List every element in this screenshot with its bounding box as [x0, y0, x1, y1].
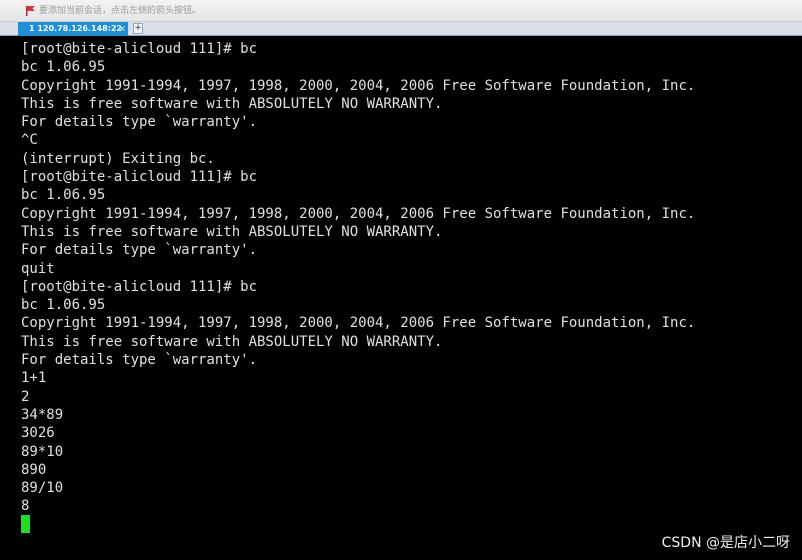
- terminal-line: This is free software with ABSOLUTELY NO…: [21, 95, 443, 112]
- new-tab-button[interactable]: +: [133, 23, 143, 34]
- terminal-line: [root@bite-alicloud 111]# bc: [21, 169, 258, 186]
- session-hint-bar: 要添加当前会话，点击左侧的箭头按钮。: [0, 0, 802, 22]
- terminal-line: 89/10: [21, 480, 64, 497]
- terminal-line: 8: [21, 498, 30, 515]
- terminal-line: bc 1.06.95: [21, 297, 106, 314]
- terminal-line: 2: [21, 388, 30, 405]
- terminal-line: [root@bite-alicloud 111]# bc: [21, 41, 258, 57]
- ssh-terminal-window: 要添加当前会话，点击左侧的箭头按钮。 1 120.78.126.148:22 ×…: [0, 0, 802, 560]
- terminal-line: This is free software with ABSOLUTELY NO…: [21, 223, 443, 240]
- tab-close-icon[interactable]: ×: [119, 23, 126, 35]
- terminal-output-area[interactable]: [root@bite-alicloud 111]# bc bc 1.06.95 Co…: [0, 37, 802, 560]
- session-tab-bar: 1 120.78.126.148:22 × +: [0, 22, 802, 36]
- terminal-line: 89*10: [21, 443, 64, 460]
- terminal-cursor: [21, 515, 30, 533]
- terminal-line: bc 1.06.95: [21, 59, 106, 76]
- terminal-line: Copyright 1991-1994, 1997, 1998, 2000, 2…: [21, 315, 696, 332]
- flag-icon: [26, 6, 35, 16]
- terminal-line: 890: [21, 461, 47, 478]
- tab-session-label: 1 120.78.126.148:22: [29, 24, 123, 33]
- terminal-line: ^C: [21, 132, 38, 149]
- terminal-line: For details type `warranty'.: [21, 352, 258, 369]
- terminal-line: 3026: [21, 425, 55, 442]
- terminal-line: 1+1: [21, 370, 47, 387]
- terminal-line: This is free software with ABSOLUTELY NO…: [21, 333, 443, 350]
- terminal-line: bc 1.06.95: [21, 187, 106, 204]
- session-hint-text: 要添加当前会话，点击左侧的箭头按钮。: [39, 6, 202, 16]
- tab-session-1[interactable]: 1 120.78.126.148:22 ×: [18, 22, 128, 36]
- terminal-line: [root@bite-alicloud 111]# bc: [21, 278, 258, 295]
- terminal-line: quit: [21, 260, 55, 277]
- terminal-line: 34*89: [21, 406, 64, 423]
- csdn-watermark: CSDN @是店小二呀: [661, 535, 790, 551]
- terminal-lines: [root@bite-alicloud 111]# bc bc 1.06.95 Co…: [21, 40, 695, 516]
- terminal-line: For details type `warranty'.: [21, 114, 258, 131]
- terminal-line: (interrupt) Exiting bc.: [21, 150, 215, 167]
- terminal-line: Copyright 1991-1994, 1997, 1998, 2000, 2…: [21, 77, 696, 94]
- terminal-line: For details type `warranty'.: [21, 242, 258, 259]
- terminal-line: Copyright 1991-1994, 1997, 1998, 2000, 2…: [21, 205, 696, 222]
